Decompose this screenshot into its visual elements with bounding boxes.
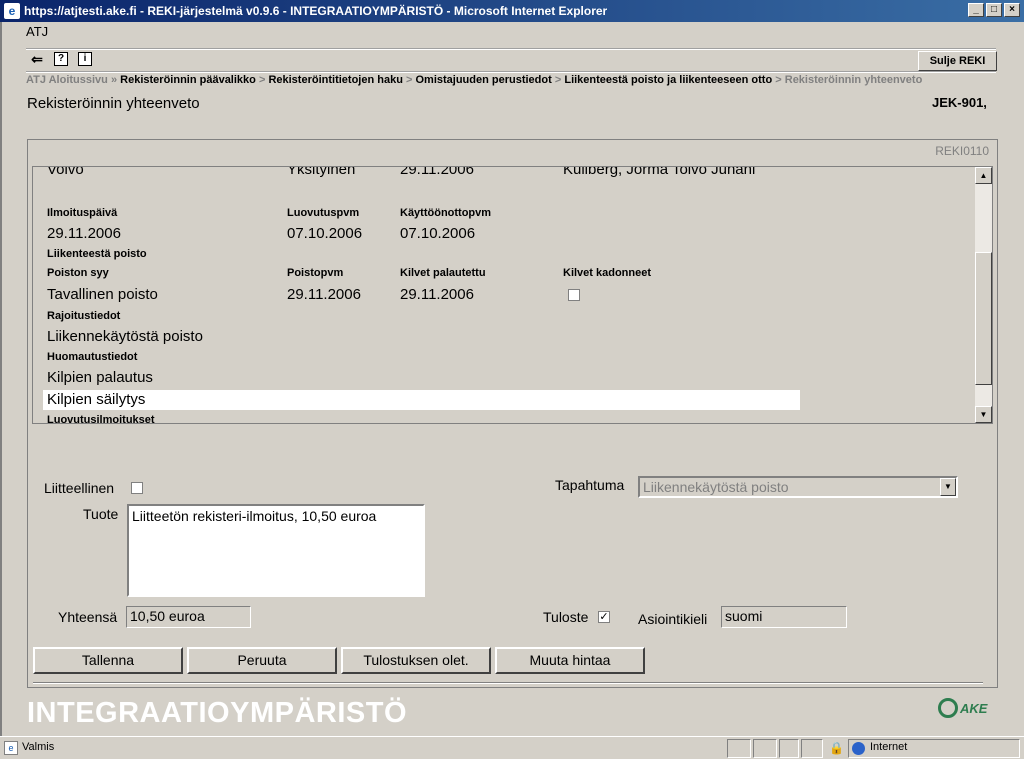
chevron-down-icon[interactable]: ▼ [940, 478, 956, 496]
tapahtuma-select[interactable]: Liikennekäytöstä poisto ▼ [638, 476, 958, 498]
divider [33, 682, 983, 684]
yhteensa-label: Yhteensä [58, 609, 118, 625]
maximize-button[interactable]: □ [986, 3, 1002, 17]
close-window-button[interactable]: × [1004, 3, 1020, 17]
huomautus-section-heading: Huomautustiedot [47, 351, 138, 363]
kilvet-palautettu-label: Kilvet palautettu [400, 267, 486, 279]
status-pane [801, 739, 823, 758]
tulostuksen-olet-button[interactable]: Tulostuksen olet. [341, 647, 491, 674]
poistopvm-label: Poistopvm [287, 267, 344, 279]
huomautus-item: Kilpien palautus [47, 369, 153, 386]
globe-icon [852, 742, 865, 755]
breadcrumb-separator: > [775, 74, 782, 86]
summary-content: Volvo Yksityinen 29.11.2006 Kullberg, Jo… [33, 166, 973, 424]
window-titlebar: e https://atjtesti.ake.fi - REKI-järjest… [0, 0, 1024, 22]
status-pane [753, 739, 777, 758]
kayttoonottopvm-value: 07.10.2006 [400, 225, 476, 242]
kilvet-kadonneet-checkbox [568, 289, 580, 301]
ilmoituspaiva-value: 29.11.2006 [47, 225, 121, 242]
help-icon[interactable]: ? [54, 52, 68, 66]
ilmoituspaiva-label: Ilmoituspäivä [47, 207, 118, 219]
poiston-syy-label: Poiston syy [47, 267, 109, 279]
status-pane [727, 739, 751, 758]
page-icon: e [4, 741, 18, 755]
tuote-textarea[interactable]: Liitteetön rekisteri-ilmoitus, 10,50 eur… [127, 504, 425, 597]
divider [26, 48, 996, 50]
breadcrumb-separator: > [405, 74, 413, 86]
tapahtuma-value: Liikennekäytöstä poisto [643, 479, 789, 495]
window-controls: _ □ × [968, 3, 1020, 17]
scroll-up-icon[interactable]: ▲ [975, 167, 992, 184]
back-arrow-icon[interactable]: ⇐ [30, 52, 44, 66]
lock-icon: 🔒 [829, 741, 844, 755]
rajoitus-section-heading: Rajoitustiedot [47, 310, 121, 322]
app-frame: ATJ ⇐ ? i Sulje REKI ATJ Aloitussivu » R… [0, 22, 1024, 736]
poisto-section-heading: Liikenteestä poisto [47, 248, 147, 260]
divider [26, 71, 996, 73]
asiointikieli-label: Asiointikieli [638, 611, 708, 627]
breadcrumb-item-ownership[interactable]: Omistajuuden perustiedot [415, 74, 551, 86]
asiointikieli-field: suomi [721, 606, 847, 628]
scroll-down-icon[interactable]: ▼ [975, 406, 992, 423]
summary-scrollbox[interactable]: Volvo Yksityinen 29.11.2006 Kullberg, Jo… [32, 166, 993, 424]
huomautus-item-selected[interactable]: Kilpien säilytys [43, 390, 800, 410]
owner-type: Yksityinen [287, 166, 356, 178]
poistopvm-value: 29.11.2006 [287, 286, 361, 303]
minimize-button[interactable]: _ [968, 3, 984, 17]
breadcrumb-item-main-menu[interactable]: Rekisteröinnin päävalikko [120, 74, 256, 86]
rajoitus-value: Liikennekäytöstä poisto [47, 328, 203, 345]
environment-banner: INTEGRAATIOYMPÄRISTÖ [27, 697, 408, 729]
info-icon[interactable]: i [78, 52, 92, 66]
owner-date: 29.11.2006 [400, 166, 474, 178]
screen-code: REKI0110 [935, 144, 989, 158]
breadcrumb: ATJ Aloitussivu » Rekisteröinnin päävali… [26, 74, 922, 86]
tapahtuma-label: Tapahtuma [555, 477, 625, 493]
liitteellinen-label: Liitteellinen [44, 480, 115, 496]
status-pane [779, 739, 799, 758]
poiston-syy-value: Tavallinen poisto [47, 286, 158, 303]
main-panel: REKI0110 Volvo Yksityinen 29.11.2006 Kul… [27, 139, 998, 688]
owner-name: Kullberg, Jorma Toivo Juhani [563, 166, 756, 178]
kayttoonottopvm-label: Käyttöönottopvm [400, 207, 492, 219]
luovutus-section-heading: Luovutusilmoitukset [47, 414, 155, 424]
scroll-thumb[interactable] [975, 252, 992, 385]
ake-logo: AKE [938, 698, 987, 718]
ake-logo-text: AKE [960, 700, 988, 716]
luovutuspvm-value: 07.10.2006 [287, 225, 363, 242]
tuote-label: Tuote [83, 506, 119, 522]
status-bar: e Valmis 🔒 Internet [0, 736, 1024, 759]
zone-text: Internet [870, 741, 908, 753]
breadcrumb-item-removal[interactable]: Liikenteestä poisto ja liikenteeseen ott… [564, 74, 772, 86]
breadcrumb-item-search[interactable]: Rekisteröintitietojen haku [268, 74, 402, 86]
vehicle-make: Volvo [47, 166, 84, 178]
registration-plate: JEK-901, [932, 95, 987, 110]
page-title: Rekisteröinnin yhteenveto [27, 95, 200, 112]
ake-logo-icon [938, 698, 958, 718]
muuta-hintaa-button[interactable]: Muuta hintaa [495, 647, 645, 674]
tuloste-checkbox[interactable]: ✓ [598, 611, 610, 623]
liitteellinen-checkbox[interactable] [131, 482, 143, 494]
ie-icon: e [4, 3, 20, 19]
app-name: ATJ [26, 24, 49, 39]
breadcrumb-separator: » [110, 74, 118, 86]
breadcrumb-item-current: Rekisteröinnin yhteenveto [784, 74, 923, 86]
status-text: Valmis [22, 741, 55, 753]
kilvet-kadonneet-label: Kilvet kadonneet [563, 267, 652, 279]
breadcrumb-separator: > [258, 74, 266, 86]
breadcrumb-separator: > [554, 74, 562, 86]
kilvet-palautettu-value: 29.11.2006 [400, 286, 474, 303]
breadcrumb-item-home[interactable]: ATJ Aloitussivu [26, 74, 108, 86]
luovutuspvm-label: Luovutuspvm [287, 207, 360, 219]
close-reki-button[interactable]: Sulje REKI [918, 51, 997, 71]
toolbar-icons: ⇐ ? i [30, 52, 92, 66]
tuloste-label: Tuloste [543, 609, 589, 625]
yhteensa-field: 10,50 euroa [126, 606, 251, 628]
vertical-scrollbar[interactable]: ▲ ▼ [974, 167, 992, 423]
window-title: https://atjtesti.ake.fi - REKI-järjestel… [24, 4, 608, 18]
tallenna-button[interactable]: Tallenna [33, 647, 183, 674]
peruuta-button[interactable]: Peruuta [187, 647, 337, 674]
